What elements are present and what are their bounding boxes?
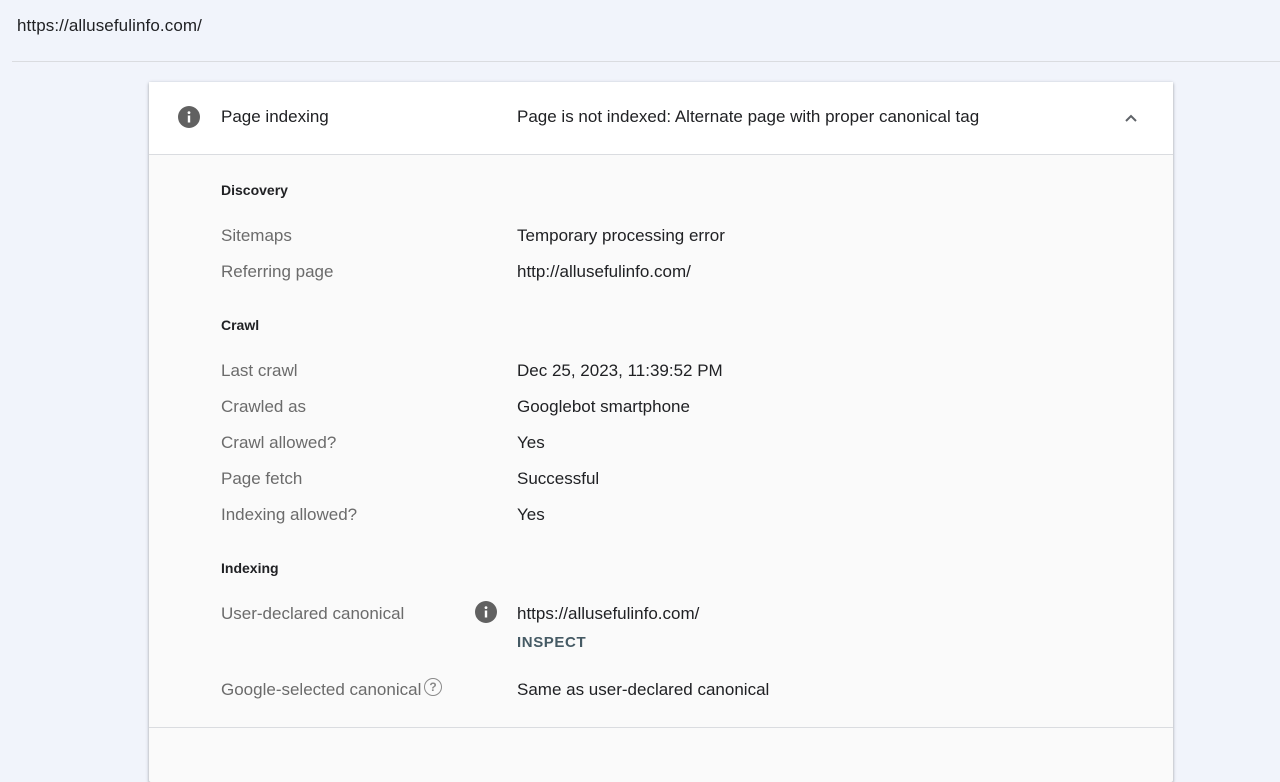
referring-page-label: Referring page [221,262,334,281]
sitemaps-label: Sitemaps [221,226,292,245]
referring-page-value[interactable]: http://allusefulinfo.com/ [517,262,691,282]
url-header: https://allusefulinfo.com/ [0,0,1280,62]
panel-title: Page indexing [221,107,329,126]
google-selected-canonical-label: Google-selected canonical [221,680,422,699]
indexing-allowed-value: Yes [517,505,545,524]
page-fetch-value: Successful [517,469,600,488]
page-fetch-label: Page fetch [221,469,303,488]
page-indexing-card: Page indexing Page is not indexed: Alter… [149,82,1173,782]
inspect-button[interactable]: INSPECT [517,634,586,651]
discovery-section-title: Discovery [221,182,288,198]
last-crawl-value: Dec 25, 2023, 11:39:52 PM [517,361,723,380]
chevron-up-icon[interactable] [1121,108,1141,128]
inspected-url: https://allusefulinfo.com/ [17,16,202,35]
info-icon [178,106,200,128]
help-icon[interactable]: ? [424,678,442,696]
page-indexing-header[interactable]: Page indexing Page is not indexed: Alter… [149,82,1173,155]
section-divider [149,727,1173,728]
crawl-allowed-label: Crawl allowed? [221,433,337,452]
indexing-section-title: Indexing [221,560,279,576]
last-crawl-label: Last crawl [221,361,298,380]
google-selected-canonical-value: Same as user-declared canonical [517,680,770,699]
crawl-allowed-value: Yes [517,433,545,452]
crawled-as-label: Crawled as [221,397,307,416]
user-declared-canonical-label: User-declared canonical [221,604,405,623]
indexing-allowed-label: Indexing allowed? [221,505,358,524]
crawled-as-value: Googlebot smartphone [517,397,690,416]
header-divider [12,61,1280,62]
user-declared-canonical-value: https://allusefulinfo.com/ [517,604,700,623]
info-icon[interactable] [475,601,497,623]
panel-status: Page is not indexed: Alternate page with… [517,107,980,126]
sitemaps-value: Temporary processing error [517,226,725,245]
crawl-section-title: Crawl [221,317,260,333]
